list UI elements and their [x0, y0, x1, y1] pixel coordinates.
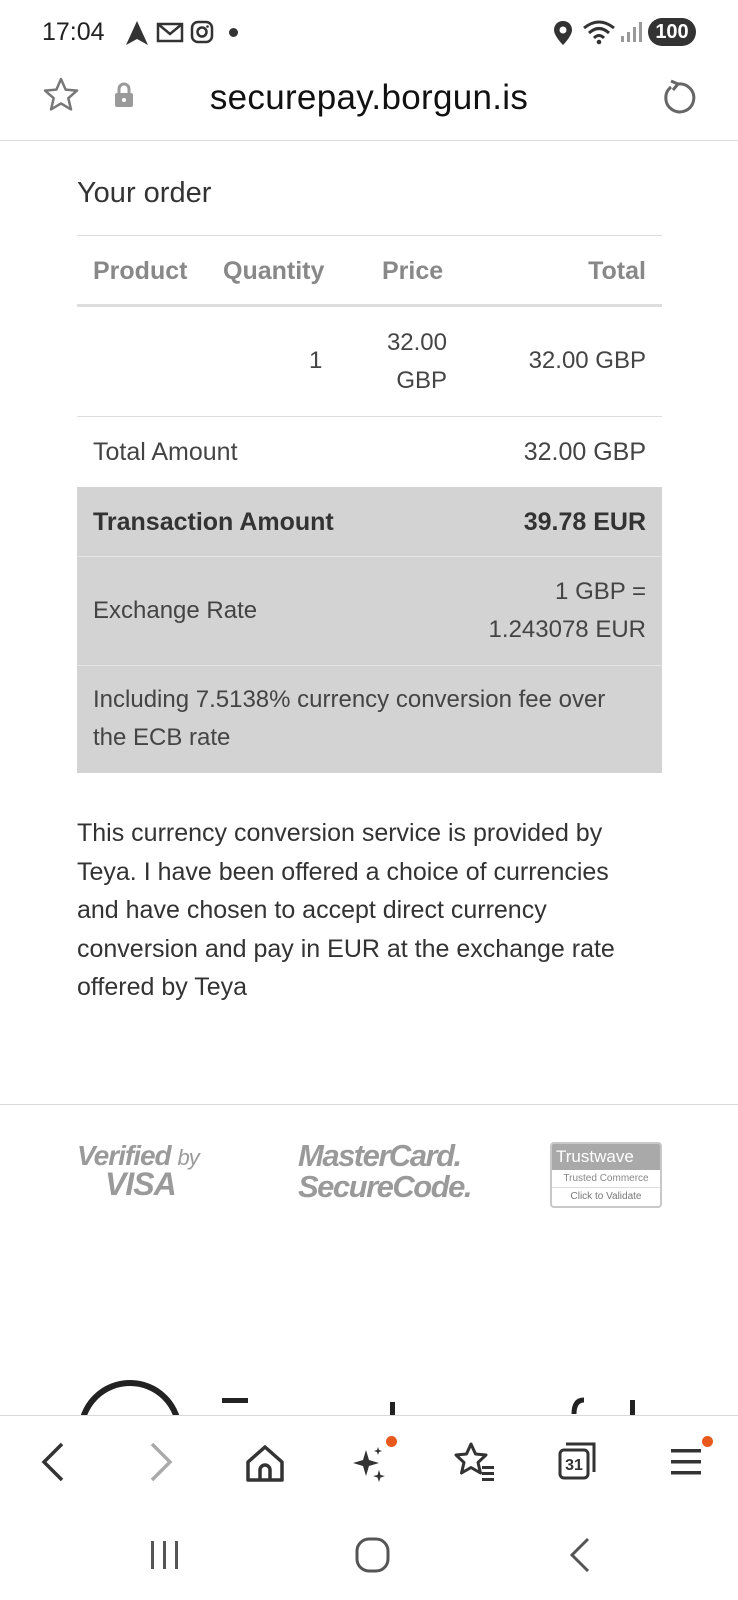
mastercard-line1: MasterCard. — [298, 1138, 462, 1173]
home-icon[interactable] — [244, 1442, 286, 1484]
system-back-icon[interactable] — [566, 1535, 596, 1575]
wifi-icon — [583, 20, 615, 45]
exchange-rate-line1: 1 GBP = — [555, 578, 646, 605]
clipped-circle-icon — [78, 1380, 182, 1415]
total-amount-label: Total Amount — [93, 438, 238, 466]
bookmarks-icon[interactable] — [452, 1440, 496, 1484]
header-quantity: Quantity — [223, 257, 325, 285]
transaction-amount-row: Transaction Amount 39.78 EUR — [77, 487, 662, 557]
trustwave-subtitle: Trusted Commerce — [552, 1170, 660, 1188]
divider — [0, 1104, 738, 1105]
signal-icon — [621, 22, 642, 42]
transaction-amount-label: Transaction Amount — [93, 508, 334, 536]
conversion-fee-row: Including 7.5138% currency conversion fe… — [77, 666, 662, 773]
exchange-rate-row: Exchange Rate 1 GBP = 1.243078 EUR — [77, 557, 662, 666]
conversion-fee-note: Including 7.5138% currency conversion fe… — [93, 686, 606, 751]
url-bar: securepay.borgun.is — [0, 66, 738, 141]
order-table: Product Quantity Price Total 1 32.00 GBP… — [77, 235, 662, 773]
visa-by: by — [177, 1145, 199, 1170]
trustwave-seal[interactable]: Trustwave Trusted Commerce Click to Vali… — [550, 1142, 662, 1208]
menu-notification-dot — [702, 1436, 713, 1447]
menu-icon[interactable] — [668, 1444, 704, 1480]
trustwave-title: Trustwave — [552, 1144, 660, 1170]
gmail-icon — [156, 22, 184, 43]
back-icon[interactable] — [36, 1438, 72, 1486]
order-title: Your order — [77, 177, 212, 209]
notification-dot-icon — [229, 28, 238, 37]
ai-sparkle-icon[interactable] — [348, 1444, 390, 1484]
reload-icon[interactable] — [658, 78, 698, 118]
mastercard-securecode-logo: MasterCard. SecureCode. — [298, 1138, 473, 1204]
header-product: Product — [93, 257, 188, 285]
header-price: Price — [382, 257, 444, 285]
recent-apps-icon[interactable] — [148, 1535, 182, 1575]
location-icon — [554, 21, 572, 45]
battery-indicator: 100 — [648, 18, 696, 46]
clipped-text-fragment — [222, 1397, 635, 1415]
navigation-icon — [126, 21, 148, 45]
item-quantity: 1 — [309, 347, 323, 374]
item-total: 32.00 GBP — [528, 347, 646, 374]
header-total: Total — [588, 257, 646, 285]
tabs-count: 31 — [565, 1457, 583, 1474]
trustwave-validate-link[interactable]: Click to Validate — [552, 1188, 660, 1206]
browser-bottom-toolbar: 31 — [0, 1415, 738, 1515]
verified-by-visa-logo: Verified by VISA — [77, 1140, 200, 1203]
item-price-currency: GBP — [396, 367, 447, 394]
system-navigation-bar — [0, 1515, 738, 1600]
exchange-rate-label: Exchange Rate — [93, 597, 258, 624]
status-time: 17:04 — [42, 18, 105, 46]
table-header: Product Quantity Price Total — [77, 235, 662, 307]
total-amount-value: 32.00 GBP — [523, 438, 646, 466]
item-price-amount: 32.00 — [386, 329, 447, 356]
dcc-disclaimer: This currency conversion service is prov… — [77, 819, 615, 1001]
home-button-icon[interactable] — [353, 1535, 393, 1575]
total-amount-row: Total Amount 32.00 GBP — [77, 417, 662, 487]
forward-icon[interactable] — [142, 1438, 178, 1486]
instagram-icon — [190, 20, 214, 44]
ai-notification-dot — [386, 1436, 397, 1447]
transaction-amount-value: 39.78 EUR — [523, 508, 646, 536]
exchange-rate-line2: 1.243078 EUR — [488, 616, 646, 643]
mastercard-line2: SecureCode. — [298, 1169, 473, 1204]
clipped-content — [0, 1370, 738, 1415]
table-row: 1 32.00 GBP 32.00 GBP — [77, 307, 662, 417]
status-bar: 17:04 100 — [0, 0, 738, 66]
url-text[interactable]: securepay.borgun.is — [0, 78, 738, 118]
